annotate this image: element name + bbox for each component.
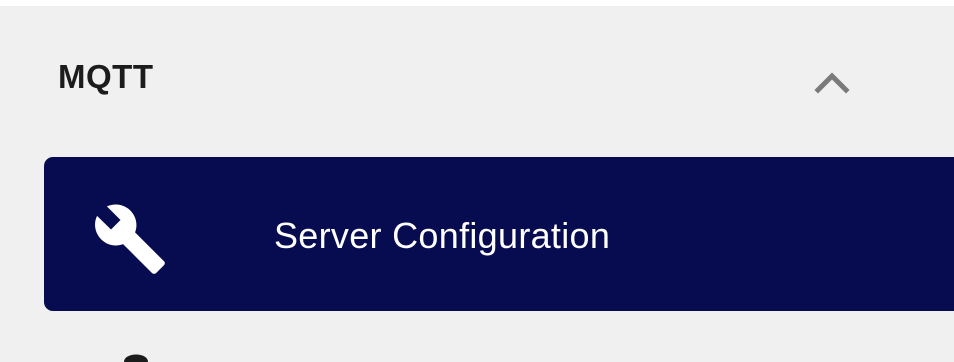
chevron-up-icon[interactable] xyxy=(812,62,852,102)
sidebar: MQTT Server Configuration xyxy=(0,0,954,362)
nav-item-server-configuration[interactable]: Server Configuration xyxy=(44,157,954,311)
nav-item-label: Server Configuration xyxy=(274,215,611,256)
sidebar-top-edge xyxy=(0,0,954,6)
wrench-icon xyxy=(95,204,165,274)
section-title: MQTT xyxy=(58,58,154,95)
next-item-icon-partial xyxy=(124,354,148,362)
section-header-mqtt[interactable]: MQTT xyxy=(0,36,954,126)
